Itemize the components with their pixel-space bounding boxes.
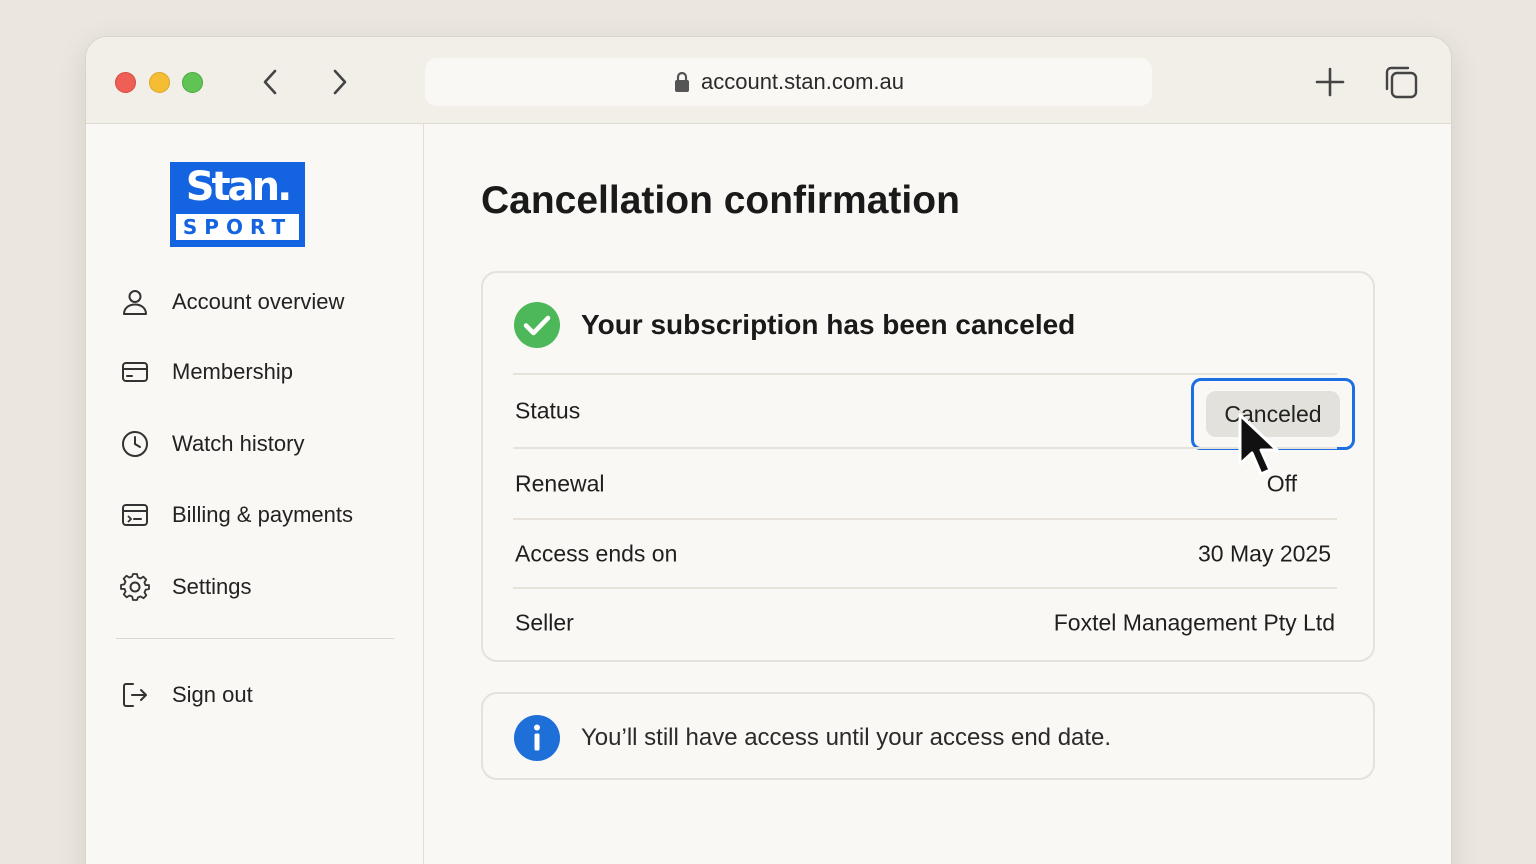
row-divider (513, 373, 1337, 375)
close-window-button[interactable] (115, 72, 136, 93)
plus-icon (1315, 67, 1345, 97)
sidebar-item-settings[interactable]: Settings (120, 567, 252, 607)
sidebar-item-label: Settings (172, 574, 252, 599)
sidebar-item-membership[interactable]: Membership (120, 352, 293, 392)
sidebar-item-label: Watch history (172, 431, 305, 456)
tab-overview-button[interactable] (1382, 63, 1420, 101)
browser-toolbar: account.stan.com.au (86, 37, 1451, 124)
sign-out-label: Sign out (172, 682, 253, 707)
tabs-icon (1385, 66, 1418, 99)
person-icon (123, 290, 147, 315)
seller-label: Seller (515, 609, 574, 636)
sign-out-icon (123, 683, 147, 707)
sidebar-item-label: Billing & payments (172, 502, 353, 527)
billing-icon (122, 504, 148, 526)
sign-out-button[interactable]: Sign out (120, 675, 253, 715)
access-ends-label: Access ends on (515, 540, 678, 567)
check-circle-icon (514, 302, 560, 348)
logo-subtitle: SPORT (176, 214, 299, 240)
sidebar-item-billing-payments[interactable]: Billing & payments (120, 495, 353, 535)
renewal-label: Renewal (515, 470, 605, 497)
stan-sport-logo[interactable]: Stan. SPORT (170, 162, 305, 247)
renewal-row: Renewal Off (513, 449, 1337, 519)
confirmation-card: Your subscription has been canceled Stat… (481, 271, 1375, 662)
status-label: Status (515, 397, 581, 424)
status-value: Canceled (1206, 391, 1340, 437)
url-text: account.stan.com.au (700, 69, 904, 94)
lock-icon (674, 71, 689, 92)
card-icon (122, 362, 148, 382)
forward-button[interactable] (322, 65, 356, 99)
access-ends-value: 30 May 2025 (1198, 540, 1331, 567)
address-bar[interactable]: account.stan.com.au (425, 58, 1152, 106)
maximize-window-button[interactable] (182, 72, 203, 93)
access-ends-row: Access ends on 30 May 2025 (513, 519, 1337, 589)
info-banner: You’ll still have access until your acce… (481, 692, 1375, 780)
sidebar-divider (116, 638, 394, 639)
sidebar-item-label: Membership (172, 359, 294, 384)
status-row: Status Canceled (513, 376, 1355, 450)
logo-wordmark: Stan. (185, 164, 293, 210)
confirmation-heading-text: Your subscription has been canceled (581, 309, 1076, 340)
page-title: Cancellation confirmation (481, 179, 960, 222)
chevron-right-icon (333, 69, 347, 95)
sidebar-item-watch-history[interactable]: Watch history (120, 424, 304, 464)
back-button[interactable] (254, 65, 288, 99)
renewal-value: Off (1266, 470, 1297, 497)
sidebar: Stan. SPORT Account overview Membership (86, 124, 424, 864)
main-content: Cancellation confirmation Your subscript… (425, 124, 1451, 864)
info-text: You’ll still have access until your acce… (581, 724, 1112, 751)
status-badge[interactable]: Canceled (1191, 378, 1355, 450)
new-tab-button[interactable] (1311, 63, 1349, 101)
minimize-window-button[interactable] (149, 72, 170, 93)
seller-value: Foxtel Management Pty Ltd (1053, 609, 1335, 636)
info-banner-content: You’ll still have access until your acce… (513, 714, 1111, 762)
seller-row: Seller Foxtel Management Pty Ltd (513, 588, 1337, 658)
chevron-left-icon (263, 69, 277, 95)
browser-window: account.stan.com.au Stan. SPORT Account … (85, 36, 1452, 864)
confirmation-heading: Your subscription has been canceled (513, 301, 1075, 349)
gear-icon (120, 573, 150, 601)
info-icon (514, 715, 560, 761)
clock-icon (122, 431, 148, 457)
sidebar-item-label: Account overview (172, 289, 345, 314)
sidebar-item-account-overview[interactable]: Account overview (120, 282, 344, 322)
